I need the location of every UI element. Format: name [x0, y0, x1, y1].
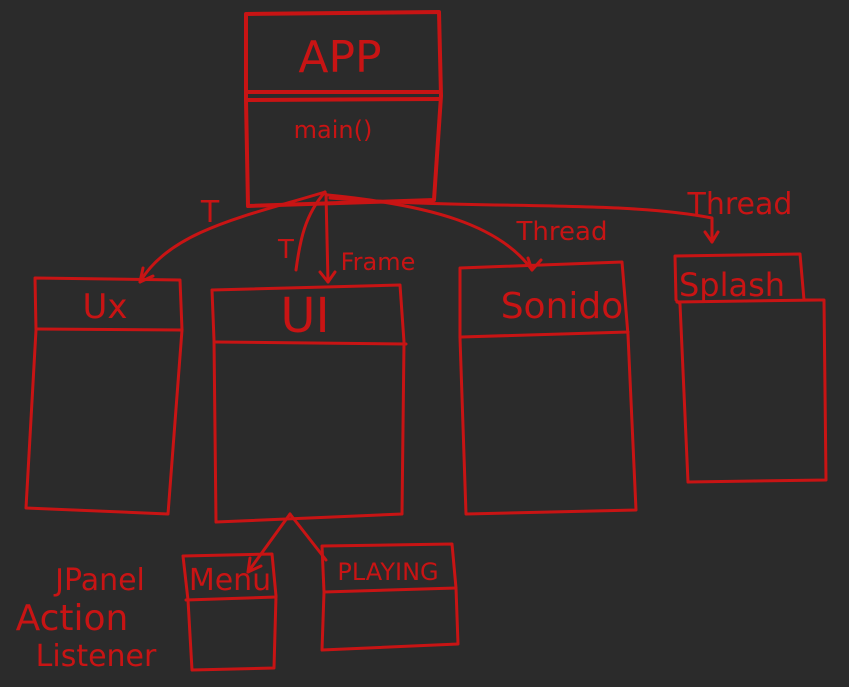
arrow-ui-playing — [288, 512, 328, 562]
menu-note-line-1: JPanel — [53, 563, 145, 598]
class-ux: Ux — [24, 276, 184, 516]
class-menu-title: Menu — [189, 563, 271, 598]
class-sonido-divider — [459, 330, 630, 339]
edge-label-app-ui-frame: Frame — [341, 248, 416, 276]
class-menu: Menu — [181, 552, 278, 672]
class-app-member-main: main() — [294, 116, 373, 144]
class-ui: UI — [210, 283, 408, 524]
class-app-title: APP — [298, 32, 381, 83]
class-ui-title: UI — [280, 288, 329, 344]
edge-label-app-sonido: Thread — [516, 217, 608, 247]
class-playing-title: PLAYING — [337, 558, 438, 586]
class-ux-divider — [34, 327, 183, 332]
edge-label-app-splash: Thread — [687, 187, 793, 222]
menu-note-line-3: Listener — [36, 639, 157, 674]
class-sonido-title: Sonido — [501, 286, 624, 327]
class-sonido: Sonido — [458, 260, 638, 516]
class-playing-divider — [322, 586, 458, 594]
class-app-divider — [246, 90, 442, 102]
class-splash: Splash — [673, 252, 828, 484]
class-ux-title: Ux — [82, 287, 127, 327]
arrow-app-ui-frame — [324, 192, 330, 284]
edge-label-app-ui-t: T — [277, 235, 294, 265]
edge-label-app-ux: T — [200, 195, 220, 230]
class-splash-title: Splash — [679, 266, 785, 304]
class-app: APP main() — [244, 10, 443, 208]
menu-note: JPanel Action Listener — [16, 563, 157, 674]
menu-note-line-2: Action — [16, 598, 129, 639]
class-playing: PLAYING — [320, 542, 460, 652]
diagram-canvas: APP main() T T Frame Thread Thread Ux UI… — [16, 10, 828, 674]
